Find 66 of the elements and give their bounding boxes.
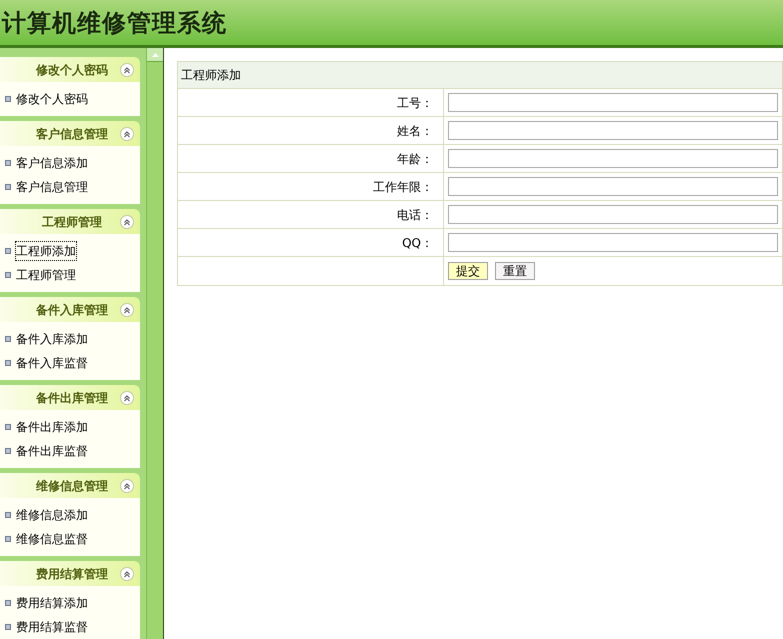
collapse-icon[interactable] — [120, 214, 134, 228]
menu-link[interactable]: 维修信息添加 — [16, 506, 88, 524]
section-title: 费用结算管理 — [35, 566, 109, 582]
field-label: 工作年限： — [373, 178, 433, 196]
bullet-icon — [5, 600, 11, 606]
bullet-icon — [5, 512, 11, 518]
collapse-icon[interactable] — [120, 62, 134, 76]
input-field[interactable] — [448, 233, 778, 252]
up-arrow-icon — [152, 52, 158, 56]
form-title: 工程师添加 — [181, 67, 241, 84]
input-field[interactable] — [448, 121, 778, 140]
reset-button[interactable]: 重置 — [495, 262, 535, 280]
input-field[interactable] — [448, 205, 778, 224]
bullet-icon — [5, 448, 11, 454]
section-title: 备件入库管理 — [35, 302, 109, 318]
bullet-icon — [5, 184, 11, 190]
bullet-icon — [5, 536, 11, 542]
menu-link[interactable]: 客户信息管理 — [16, 178, 88, 196]
scroll-up-button[interactable] — [147, 48, 163, 62]
menu-link[interactable]: 工程师管理 — [16, 266, 76, 284]
field-label: 年龄： — [397, 150, 433, 168]
input-field[interactable] — [448, 149, 778, 168]
bullet-icon — [5, 624, 11, 630]
section-title: 客户信息管理 — [35, 126, 109, 142]
section-header[interactable]: 工程师管理 — [0, 209, 140, 234]
section-header[interactable]: 费用结算管理 — [0, 561, 140, 586]
section-header[interactable]: 备件入库管理 — [0, 297, 140, 322]
submit-button[interactable]: 提交 — [448, 262, 488, 280]
bullet-icon — [5, 248, 11, 254]
section-header[interactable]: 修改个人密码 — [0, 57, 140, 82]
menu-link[interactable]: 备件出库添加 — [16, 418, 88, 436]
menu-link[interactable]: 费用结算监督 — [16, 618, 88, 636]
menu-link[interactable]: 备件入库添加 — [16, 330, 88, 348]
collapse-icon[interactable] — [120, 302, 134, 316]
bullet-icon — [5, 360, 11, 366]
menu-link[interactable]: 备件入库监督 — [16, 354, 88, 372]
app-title: 计算机维修管理系统 — [0, 8, 227, 38]
field-label: 工号： — [397, 94, 433, 112]
field-label: QQ： — [402, 234, 433, 252]
input-field[interactable] — [448, 177, 778, 196]
section-title: 维修信息管理 — [35, 478, 109, 494]
menu-link[interactable]: 客户信息添加 — [16, 154, 88, 172]
section-title: 工程师管理 — [41, 214, 103, 230]
section-header[interactable]: 备件出库管理 — [0, 385, 140, 410]
section-title: 修改个人密码 — [34, 62, 109, 78]
bullet-icon — [5, 424, 11, 430]
bullet-icon — [5, 160, 11, 166]
section-header[interactable]: 维修信息管理 — [0, 473, 140, 498]
bullet-icon — [5, 336, 11, 342]
collapse-icon[interactable] — [120, 126, 134, 140]
menu-link[interactable]: 维修信息监督 — [16, 530, 88, 548]
section-title: 备件出库管理 — [35, 390, 109, 406]
collapse-icon[interactable] — [120, 478, 134, 492]
input-field[interactable] — [448, 93, 778, 112]
collapse-icon[interactable] — [120, 566, 134, 580]
bullet-icon — [5, 96, 11, 102]
menu-link[interactable]: 修改个人密码 — [16, 90, 88, 108]
scrollbar[interactable] — [146, 48, 163, 639]
menu-link[interactable]: 工程师添加 — [16, 242, 76, 260]
bullet-icon — [5, 272, 11, 278]
field-label: 姓名： — [397, 122, 433, 140]
menu-link[interactable]: 备件出库监督 — [16, 442, 88, 460]
section-header[interactable]: 客户信息管理 — [0, 121, 140, 146]
field-label: 电话： — [397, 206, 433, 224]
collapse-icon[interactable] — [120, 390, 134, 404]
menu-link[interactable]: 费用结算添加 — [16, 594, 88, 612]
